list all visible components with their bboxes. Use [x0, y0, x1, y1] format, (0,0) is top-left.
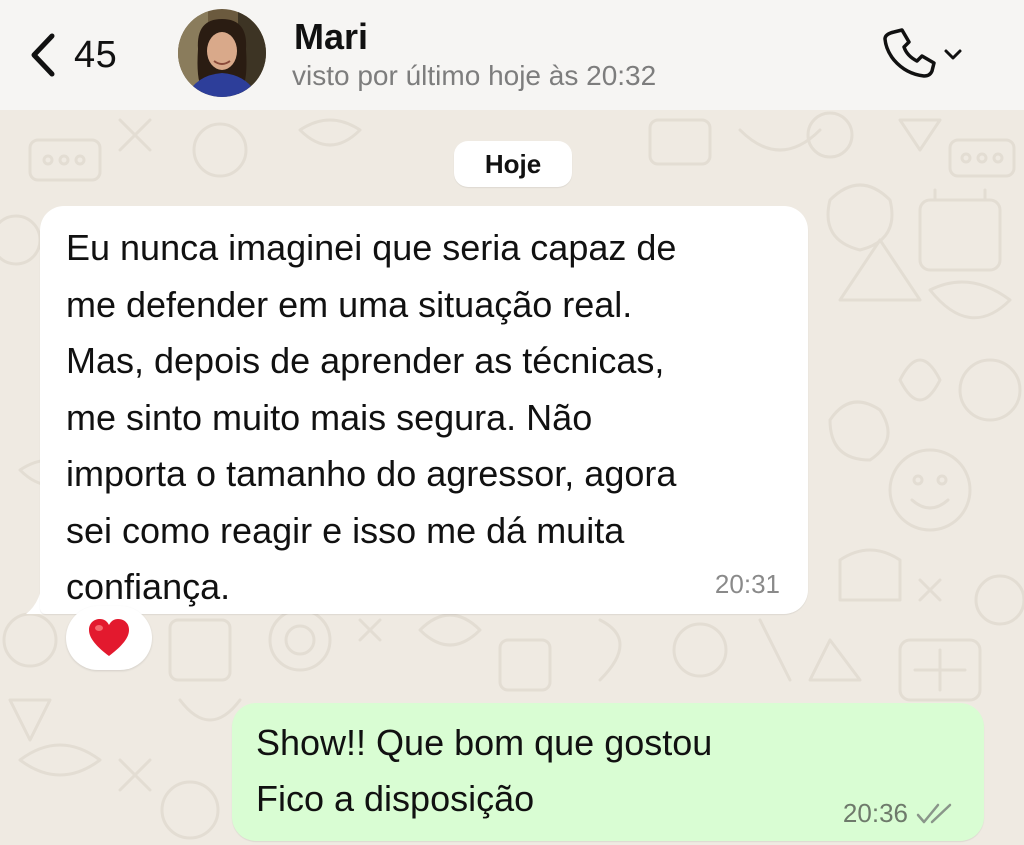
message-meta: 20:36 [843, 798, 956, 829]
message-text: Eu nunca imaginei que seria capaz de me … [66, 227, 677, 607]
message-time: 20:31 [714, 569, 780, 599]
chat-screen: 45 Mari visto por último hoje às 20:32 H… [0, 0, 1024, 845]
phone-icon [883, 28, 936, 78]
outgoing-message[interactable]: Show!! Que bom que gostou Fico a disposi… [232, 703, 984, 841]
last-seen-status: visto por último hoje às 20:32 [292, 60, 657, 91]
chevron-down-icon [944, 49, 962, 60]
date-separator: Hoje [454, 141, 572, 187]
back-button[interactable]: 45 [28, 26, 117, 84]
heart-icon [89, 619, 129, 656]
avatar-photo [178, 9, 266, 97]
call-button[interactable] [880, 24, 972, 84]
message-reaction[interactable] [66, 606, 152, 670]
unread-count: 45 [74, 33, 118, 76]
chevron-left-icon [31, 33, 55, 77]
contact-name[interactable]: Mari [294, 16, 368, 58]
contact-avatar[interactable] [178, 9, 266, 97]
message-time: 20:36 [842, 798, 908, 828]
chat-header: 45 Mari visto por último hoje às 20:32 [0, 0, 1024, 110]
incoming-message[interactable]: Eu nunca imaginei que seria capaz de me … [40, 206, 808, 614]
double-check-icon [916, 803, 952, 823]
